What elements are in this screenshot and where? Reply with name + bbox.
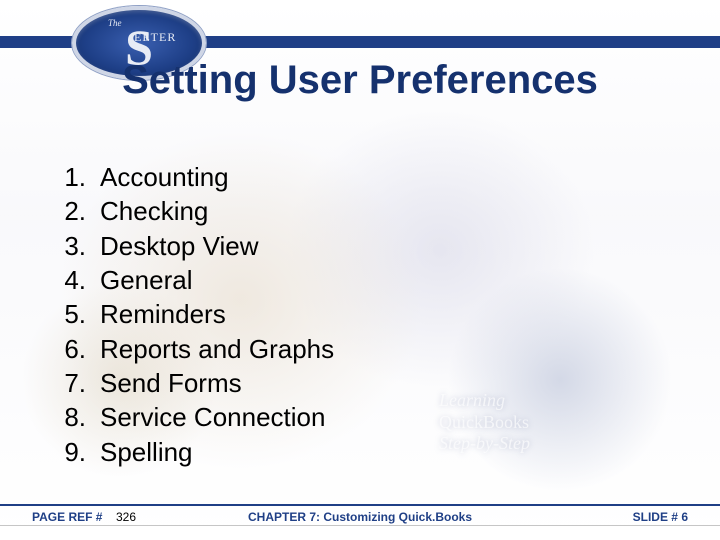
slide: Learning QuickBooks Step-by-Step The S E…: [0, 0, 720, 540]
list-item: 6. Reports and Graphs: [48, 332, 334, 366]
list-item: 9. Spelling: [48, 435, 334, 469]
background-caption: Learning QuickBooks Step-by-Step: [439, 390, 530, 455]
list-text: Checking: [100, 194, 208, 228]
preferences-list: 1. Accounting 2. Checking 3. Desktop Vie…: [48, 160, 334, 469]
logo-the: The: [108, 18, 122, 28]
list-item: 4. General: [48, 263, 334, 297]
list-item: 3. Desktop View: [48, 229, 334, 263]
slide-number-label: SLIDE #: [633, 510, 678, 524]
slide-title: Setting User Preferences: [0, 58, 720, 103]
list-item: 2. Checking: [48, 194, 334, 228]
list-text: Desktop View: [100, 229, 259, 263]
list-text: Accounting: [100, 160, 229, 194]
bg-caption-line1: Learning: [439, 390, 530, 412]
list-number: 8.: [48, 400, 100, 434]
list-number: 2.: [48, 194, 100, 228]
bg-caption-line2: QuickBooks: [439, 412, 530, 434]
list-number: 4.: [48, 263, 100, 297]
list-text: General: [100, 263, 193, 297]
list-number: 3.: [48, 229, 100, 263]
list-text: Send Forms: [100, 366, 242, 400]
chapter-label: CHAPTER 7: Customizing Quick.Books: [0, 510, 720, 524]
list-text: Spelling: [100, 435, 193, 469]
footer: PAGE REF # 326 CHAPTER 7: Customizing Qu…: [0, 506, 720, 526]
list-number: 1.: [48, 160, 100, 194]
list-number: 7.: [48, 366, 100, 400]
list-text: Reminders: [100, 297, 226, 331]
bg-caption-line3: Step-by-Step: [439, 433, 530, 455]
list-text: Reports and Graphs: [100, 332, 334, 366]
list-text: Service Connection: [100, 400, 325, 434]
list-number: 9.: [48, 435, 100, 469]
slide-number: SLIDE # 6: [633, 510, 688, 524]
slide-number-value: 6: [681, 510, 688, 524]
list-item: 7. Send Forms: [48, 366, 334, 400]
logo-rest: EETER: [134, 30, 176, 45]
list-number: 5.: [48, 297, 100, 331]
list-item: 5. Reminders: [48, 297, 334, 331]
list-item: 8. Service Connection: [48, 400, 334, 434]
list-item: 1. Accounting: [48, 160, 334, 194]
list-number: 6.: [48, 332, 100, 366]
